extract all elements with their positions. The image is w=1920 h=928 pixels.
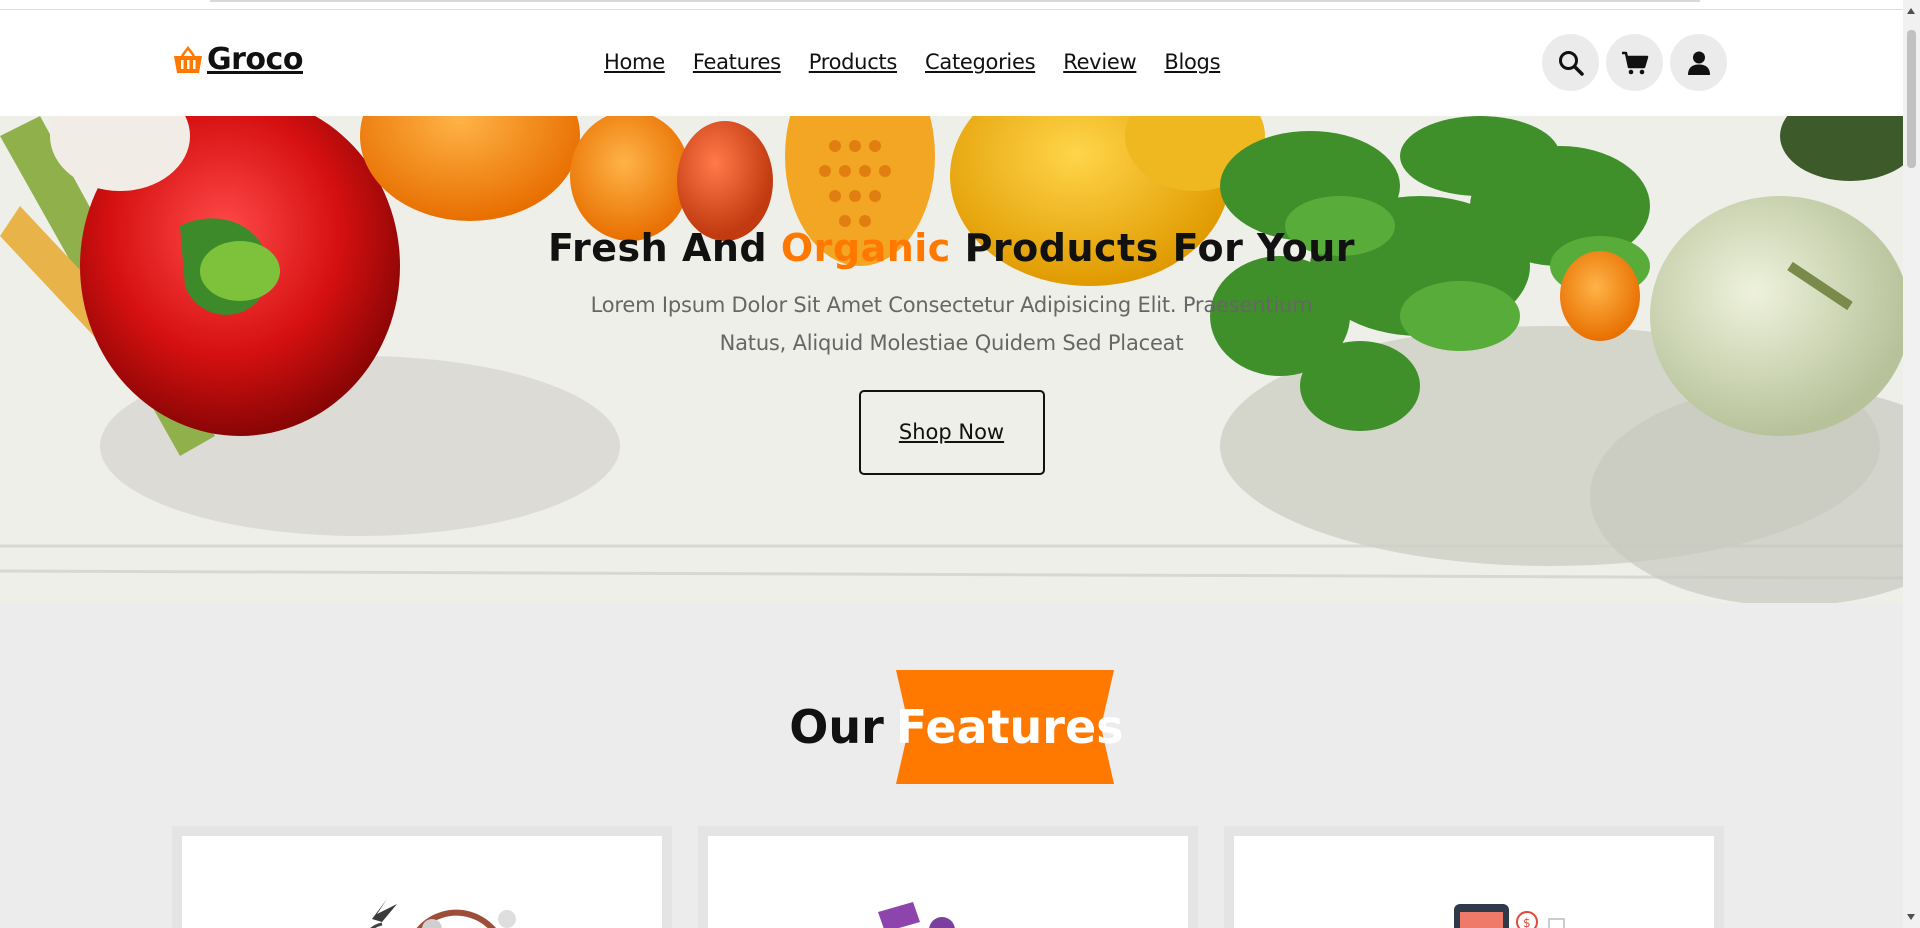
- hero-title-before: Fresh And: [548, 226, 781, 270]
- header-actions: [1542, 34, 1734, 91]
- shop-now-button[interactable]: Shop Now: [858, 390, 1045, 475]
- features-heading-prefix: Our: [789, 700, 884, 754]
- nav-products[interactable]: Products: [809, 50, 898, 74]
- hero-title-accent: Organic: [780, 226, 951, 270]
- feature-card: [172, 826, 672, 928]
- hero-content: Fresh And Organic Products For Your Lore…: [0, 226, 1903, 475]
- brand-name: Groco: [207, 42, 303, 77]
- feature-illustration: [370, 899, 516, 928]
- search-icon: [1558, 50, 1584, 76]
- hero-title: Fresh And Organic Products For Your: [0, 226, 1903, 270]
- nav-blogs[interactable]: Blogs: [1164, 50, 1220, 74]
- svg-text:$: $: [1523, 916, 1531, 928]
- scroll-up-arrow[interactable]: [1907, 8, 1915, 14]
- browser-top-strip: [0, 0, 1903, 10]
- main-nav: Home Features Products Categories Review…: [604, 50, 1248, 74]
- feature-card: $: [1224, 826, 1724, 928]
- top-divider: [210, 0, 1700, 2]
- user-icon: [1687, 51, 1710, 75]
- hero-title-after: Products For Your: [950, 226, 1355, 270]
- features-heading-highlight-wrap: Features: [895, 670, 1124, 784]
- basket-icon: [174, 45, 202, 73]
- user-button[interactable]: [1670, 34, 1727, 91]
- page-scrollbar[interactable]: [1903, 0, 1920, 928]
- features-heading: Our Features: [0, 670, 1903, 784]
- features-cards: $: [172, 826, 1750, 928]
- cart-icon: [1621, 51, 1648, 74]
- scroll-down-arrow[interactable]: [1907, 914, 1915, 920]
- nav-features[interactable]: Features: [693, 50, 781, 74]
- feature-illustration: $: [1454, 904, 1565, 928]
- site-header: Groco Home Features Products Categories …: [0, 10, 1903, 116]
- features-heading-highlight: Features: [895, 700, 1124, 754]
- nav-categories[interactable]: Categories: [925, 50, 1036, 74]
- search-button[interactable]: [1542, 34, 1599, 91]
- cart-button[interactable]: [1606, 34, 1663, 91]
- scrollbar-thumb[interactable]: [1907, 30, 1916, 168]
- nav-home[interactable]: Home: [604, 50, 665, 74]
- nav-review[interactable]: Review: [1063, 50, 1136, 74]
- logo-link[interactable]: Groco: [172, 42, 303, 77]
- hero-description: Lorem Ipsum Dolor Sit Amet Consectetur A…: [590, 293, 1313, 355]
- feature-card: [698, 826, 1198, 928]
- feature-illustration: [878, 902, 955, 928]
- hero-section: Fresh And Organic Products For Your Lore…: [0, 116, 1903, 603]
